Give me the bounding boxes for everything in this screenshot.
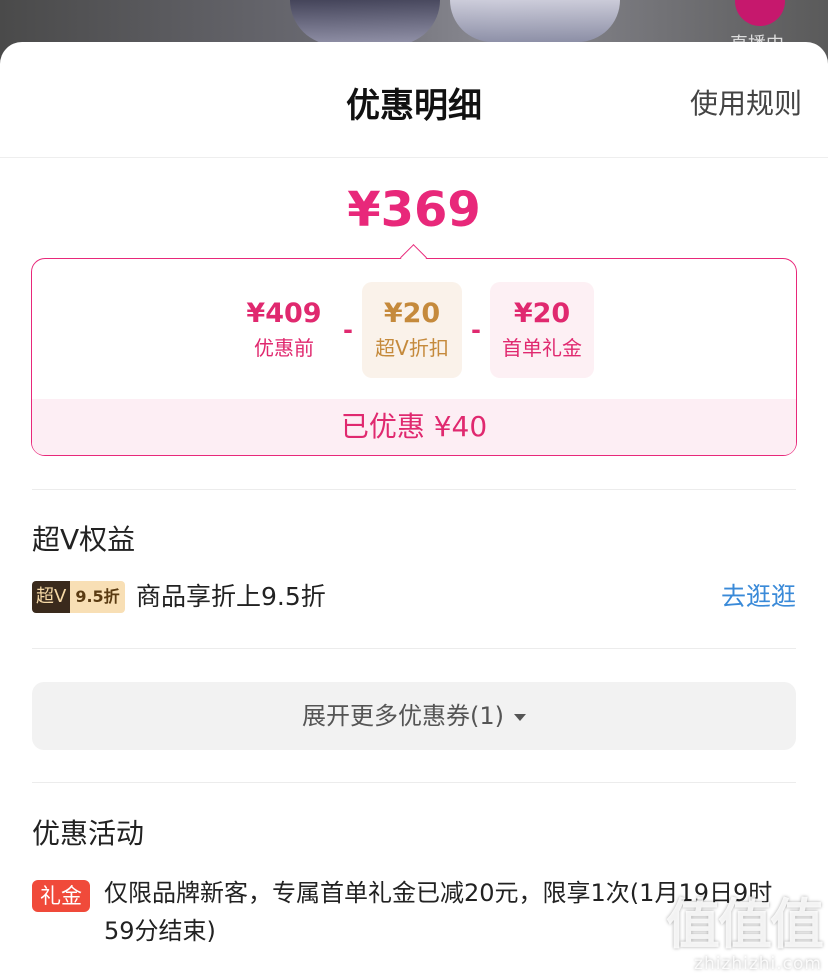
original-price-amount: ¥409 xyxy=(246,298,322,329)
pointer-caret xyxy=(400,244,427,271)
price-breakdown-card: ¥409 优惠前 - ¥20 超V折扣 - ¥20 首单礼金 已优惠 ¥40 xyxy=(31,244,797,456)
background-product-image xyxy=(450,0,620,42)
minus-sign: - xyxy=(343,316,353,344)
original-price-label: 优惠前 xyxy=(254,336,314,360)
gift-money-tag: 礼金 xyxy=(32,880,90,912)
usage-rules-link[interactable]: 使用规则 xyxy=(690,82,802,122)
watermark-site: zhizhizhi.com xyxy=(694,954,822,974)
browse-link[interactable]: 去逛逛 xyxy=(721,577,796,617)
divider xyxy=(32,648,796,649)
minus-sign: - xyxy=(471,316,481,344)
superv-discount-amount: ¥20 xyxy=(383,298,441,329)
original-price-item: ¥409 优惠前 xyxy=(234,282,334,378)
final-price: ¥369 xyxy=(347,182,481,238)
superv-badge-prefix: 超V xyxy=(32,581,71,613)
superv-badge: 超V 9.5折 xyxy=(32,581,125,613)
first-order-gift-label: 首单礼金 xyxy=(502,336,582,360)
watermark-logo: 值值值 xyxy=(666,893,824,956)
price-items: ¥409 优惠前 - ¥20 超V折扣 - ¥20 首单礼金 xyxy=(32,281,796,379)
background-product-image xyxy=(290,0,440,45)
divider xyxy=(32,782,796,783)
caret-down-icon xyxy=(514,713,526,721)
expand-more-coupons-button[interactable]: 展开更多优惠券(1) xyxy=(32,682,796,750)
superv-discount-item: ¥20 超V折扣 xyxy=(362,282,462,378)
activities-section-title: 优惠活动 xyxy=(32,817,145,850)
discount-detail-sheet: 优惠明细 使用规则 ¥369 ¥409 优惠前 - ¥20 超V折扣 - ¥20… xyxy=(0,42,828,978)
superv-benefit-row: 超V 9.5折 商品享折上9.5折 去逛逛 xyxy=(32,577,796,617)
superv-benefit-description: 商品享折上9.5折 xyxy=(136,582,326,611)
superv-section-title: 超V权益 xyxy=(32,523,136,556)
total-saved-bar: 已优惠 ¥40 xyxy=(32,399,796,455)
sheet-header: 优惠明细 使用规则 xyxy=(0,42,828,158)
first-order-gift-amount: ¥20 xyxy=(513,298,571,329)
superv-discount-label: 超V折扣 xyxy=(375,336,449,360)
superv-badge-value: 9.5折 xyxy=(70,581,125,613)
first-order-gift-item: ¥20 首单礼金 xyxy=(490,282,594,378)
expand-more-coupons-label: 展开更多优惠券(1) xyxy=(302,702,504,730)
site-watermark: 值值值 zhizhizhi.com xyxy=(666,893,824,975)
divider xyxy=(32,489,796,490)
